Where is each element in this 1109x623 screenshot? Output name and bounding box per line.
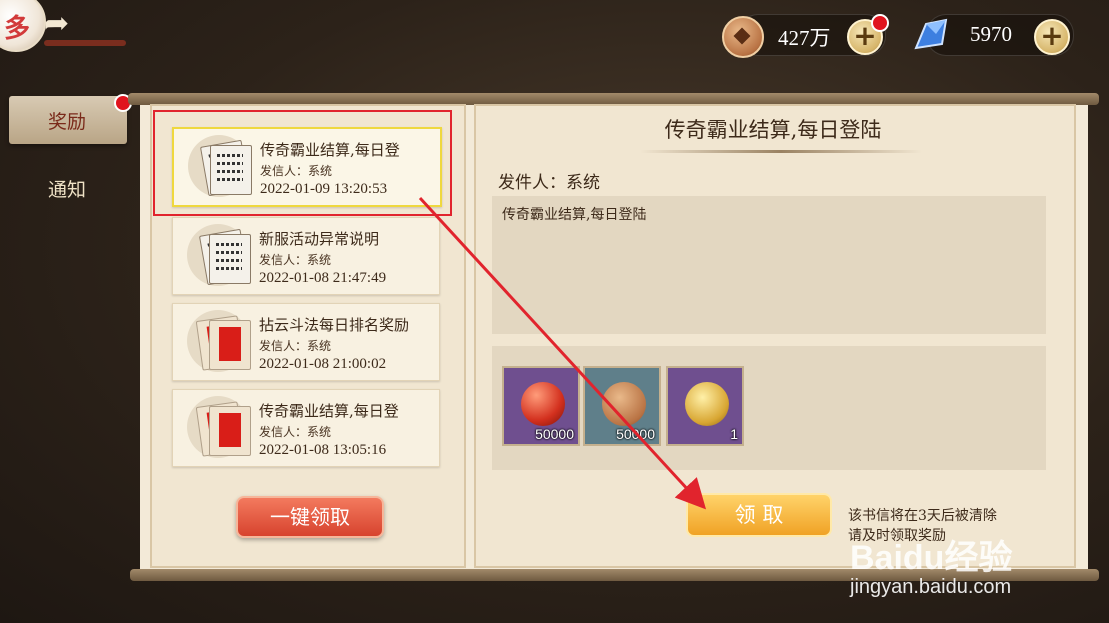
watermark-url: jingyan.baidu.com — [850, 576, 1012, 598]
watermark-logo: Baidu经验 — [850, 539, 1013, 577]
